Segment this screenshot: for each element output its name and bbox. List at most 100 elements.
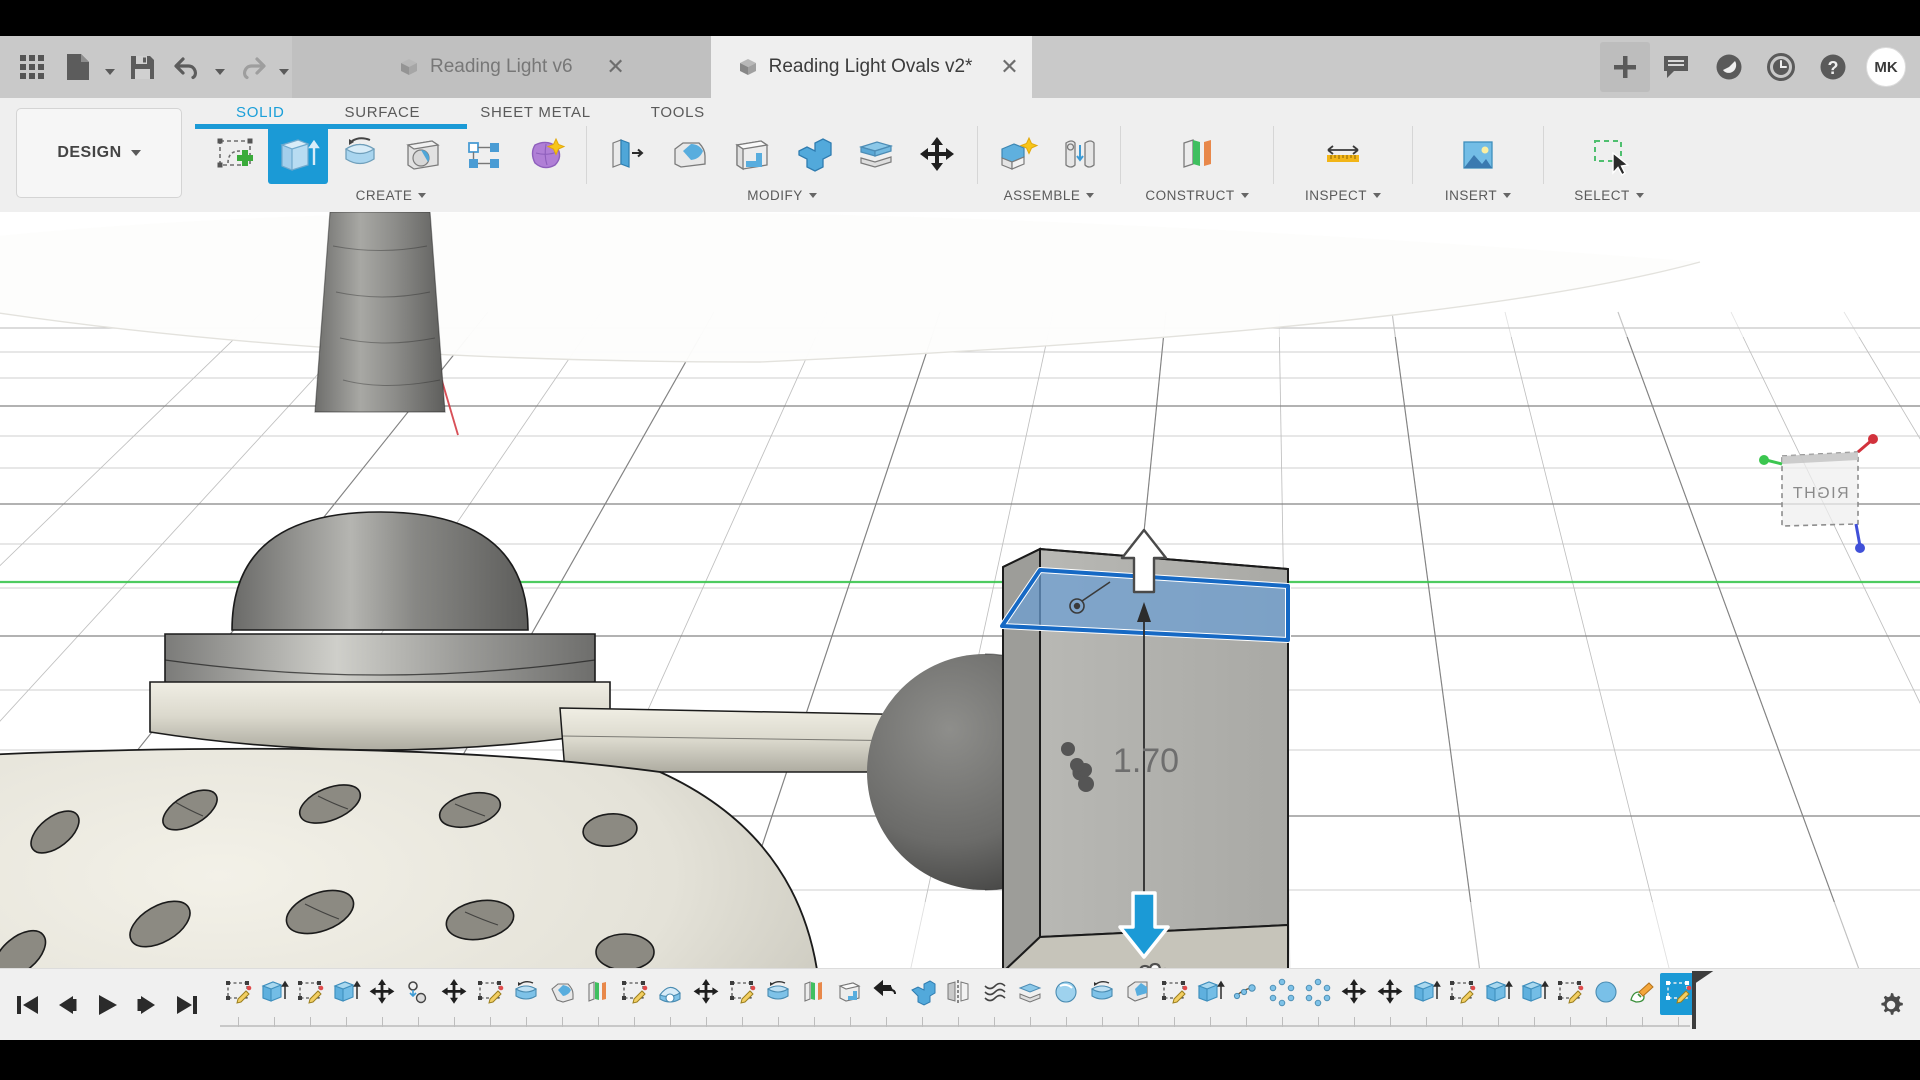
timeline-feature-28[interactable]: [1192, 973, 1228, 1015]
ribbon-group-label-modify[interactable]: MODIFY: [747, 188, 817, 203]
ribbon-group-label-select[interactable]: SELECT: [1574, 188, 1644, 203]
timeline-feature-5[interactable]: [364, 973, 400, 1015]
ribbon-tab-tools[interactable]: TOOLS: [621, 98, 735, 126]
timeline-feature-1[interactable]: [220, 973, 256, 1015]
timeline-feature-34[interactable]: [1408, 973, 1444, 1015]
ribbon-tab-sheet-metal[interactable]: SHEET METAL: [450, 98, 621, 126]
timeline-feature-19[interactable]: [868, 973, 904, 1015]
timeline-feature-6[interactable]: [400, 973, 436, 1015]
gear-icon[interactable]: [1862, 969, 1920, 1041]
timeline-feature-32[interactable]: [1336, 973, 1372, 1015]
document-tab-reading-light-v6[interactable]: Reading Light v6: [372, 36, 599, 98]
select-window-button[interactable]: [1579, 126, 1639, 184]
joint-icon: [403, 977, 433, 1012]
ribbon-group-label-create[interactable]: CREATE: [356, 188, 427, 203]
create-form-button[interactable]: [516, 126, 576, 184]
timeline-track[interactable]: [220, 969, 1862, 1041]
ribbon-group-label-insert[interactable]: INSERT: [1445, 188, 1511, 203]
job-status-icon[interactable]: [1704, 42, 1754, 92]
document-tab-reading-light-ovals-v2[interactable]: Reading Light Ovals v2*: [711, 36, 999, 98]
step-forward-button[interactable]: [128, 983, 166, 1027]
timeline-feature-39[interactable]: [1588, 973, 1624, 1015]
timeline-feature-12[interactable]: [616, 973, 652, 1015]
timeline-feature-14[interactable]: [688, 973, 724, 1015]
extrude-button[interactable]: [268, 126, 328, 184]
timeline-feature-38[interactable]: [1552, 973, 1588, 1015]
undo-icon[interactable]: [166, 45, 210, 89]
timeline-feature-9[interactable]: [508, 973, 544, 1015]
new-tab-button[interactable]: [1600, 42, 1650, 92]
ribbon-group-label-inspect[interactable]: INSPECT: [1305, 188, 1381, 203]
joint-button[interactable]: [1050, 126, 1110, 184]
combine-button[interactable]: [783, 126, 843, 184]
timeline-feature-10[interactable]: [544, 973, 580, 1015]
ribbon-tab-surface[interactable]: SURFACE: [315, 98, 451, 126]
grid-apps-icon[interactable]: [10, 45, 54, 89]
timeline-feature-26[interactable]: [1120, 973, 1156, 1015]
save-icon[interactable]: [120, 45, 164, 89]
undo-caret-icon[interactable]: [212, 45, 228, 89]
timeline-feature-31[interactable]: [1300, 973, 1336, 1015]
timeline-feature-4[interactable]: [328, 973, 364, 1015]
timeline-feature-13[interactable]: [652, 973, 688, 1015]
timeline-feature-37[interactable]: [1516, 973, 1552, 1015]
new-document-icon[interactable]: [56, 45, 100, 89]
shell-icon: [835, 977, 865, 1012]
new-component-button[interactable]: [988, 126, 1048, 184]
close-tab-reading-light-ovals-v2[interactable]: ✕: [998, 36, 1032, 98]
timeline-feature-21[interactable]: [940, 973, 976, 1015]
play-button[interactable]: [88, 983, 126, 1027]
redo-caret-icon[interactable]: [276, 45, 292, 89]
step-back-button[interactable]: [48, 983, 86, 1027]
hole-button[interactable]: [392, 126, 452, 184]
ribbon-group-label-assemble[interactable]: ASSEMBLE: [1004, 188, 1095, 203]
timeline-feature-16[interactable]: [760, 973, 796, 1015]
timeline-feature-20[interactable]: [904, 973, 940, 1015]
file-menu-caret-icon[interactable]: [102, 45, 118, 89]
workspace-switcher-design[interactable]: DESIGN: [16, 108, 182, 198]
press-pull-button[interactable]: [597, 126, 657, 184]
timeline-feature-3[interactable]: [292, 973, 328, 1015]
revolve-button[interactable]: [330, 126, 390, 184]
move-icon: [1339, 977, 1369, 1012]
timeline-feature-2[interactable]: [256, 973, 292, 1015]
split-body-button[interactable]: [845, 126, 905, 184]
timeline-feature-33[interactable]: [1372, 973, 1408, 1015]
offset-plane-button[interactable]: [1167, 126, 1227, 184]
go-to-end-button[interactable]: [168, 983, 206, 1027]
timeline-feature-24[interactable]: [1048, 973, 1084, 1015]
recent-activity-icon[interactable]: [1756, 42, 1806, 92]
insert-canvas-button[interactable]: [1448, 126, 1508, 184]
timeline-feature-30[interactable]: [1264, 973, 1300, 1015]
timeline-feature-29[interactable]: [1228, 973, 1264, 1015]
timeline-feature-23[interactable]: [1012, 973, 1048, 1015]
timeline-feature-35[interactable]: [1444, 973, 1480, 1015]
go-to-beginning-button[interactable]: [8, 983, 46, 1027]
move-copy-button[interactable]: [907, 126, 967, 184]
timeline-feature-36[interactable]: [1480, 973, 1516, 1015]
help-icon[interactable]: ?: [1808, 42, 1858, 92]
cad-viewport[interactable]: 1.70 RIGHT: [0, 212, 1920, 968]
timeline-feature-7[interactable]: [436, 973, 472, 1015]
measure-button[interactable]: [1313, 126, 1373, 184]
ribbon-tab-solid[interactable]: SOLID: [206, 98, 315, 126]
rectangular-pattern-button[interactable]: [454, 126, 514, 184]
timeline-feature-8[interactable]: [472, 973, 508, 1015]
timeline-feature-40[interactable]: [1624, 973, 1660, 1015]
timeline-feature-25[interactable]: [1084, 973, 1120, 1015]
redo-icon[interactable]: [230, 45, 274, 89]
ribbon-group-label-construct[interactable]: CONSTRUCT: [1145, 188, 1248, 203]
fillet-button[interactable]: [659, 126, 719, 184]
create-sketch-button[interactable]: [206, 126, 266, 184]
timeline-feature-18[interactable]: [832, 973, 868, 1015]
timeline-feature-27[interactable]: [1156, 973, 1192, 1015]
timeline-feature-17[interactable]: [796, 973, 832, 1015]
user-avatar[interactable]: MK: [1866, 47, 1906, 87]
timeline-feature-11[interactable]: [580, 973, 616, 1015]
comments-icon[interactable]: [1652, 42, 1702, 92]
timeline-feature-22[interactable]: [976, 973, 1012, 1015]
close-tab-reading-light-v6[interactable]: ✕: [599, 36, 633, 98]
timeline-feature-15[interactable]: [724, 973, 760, 1015]
shell-button[interactable]: [721, 126, 781, 184]
timeline-feature-41[interactable]: [1660, 973, 1696, 1015]
